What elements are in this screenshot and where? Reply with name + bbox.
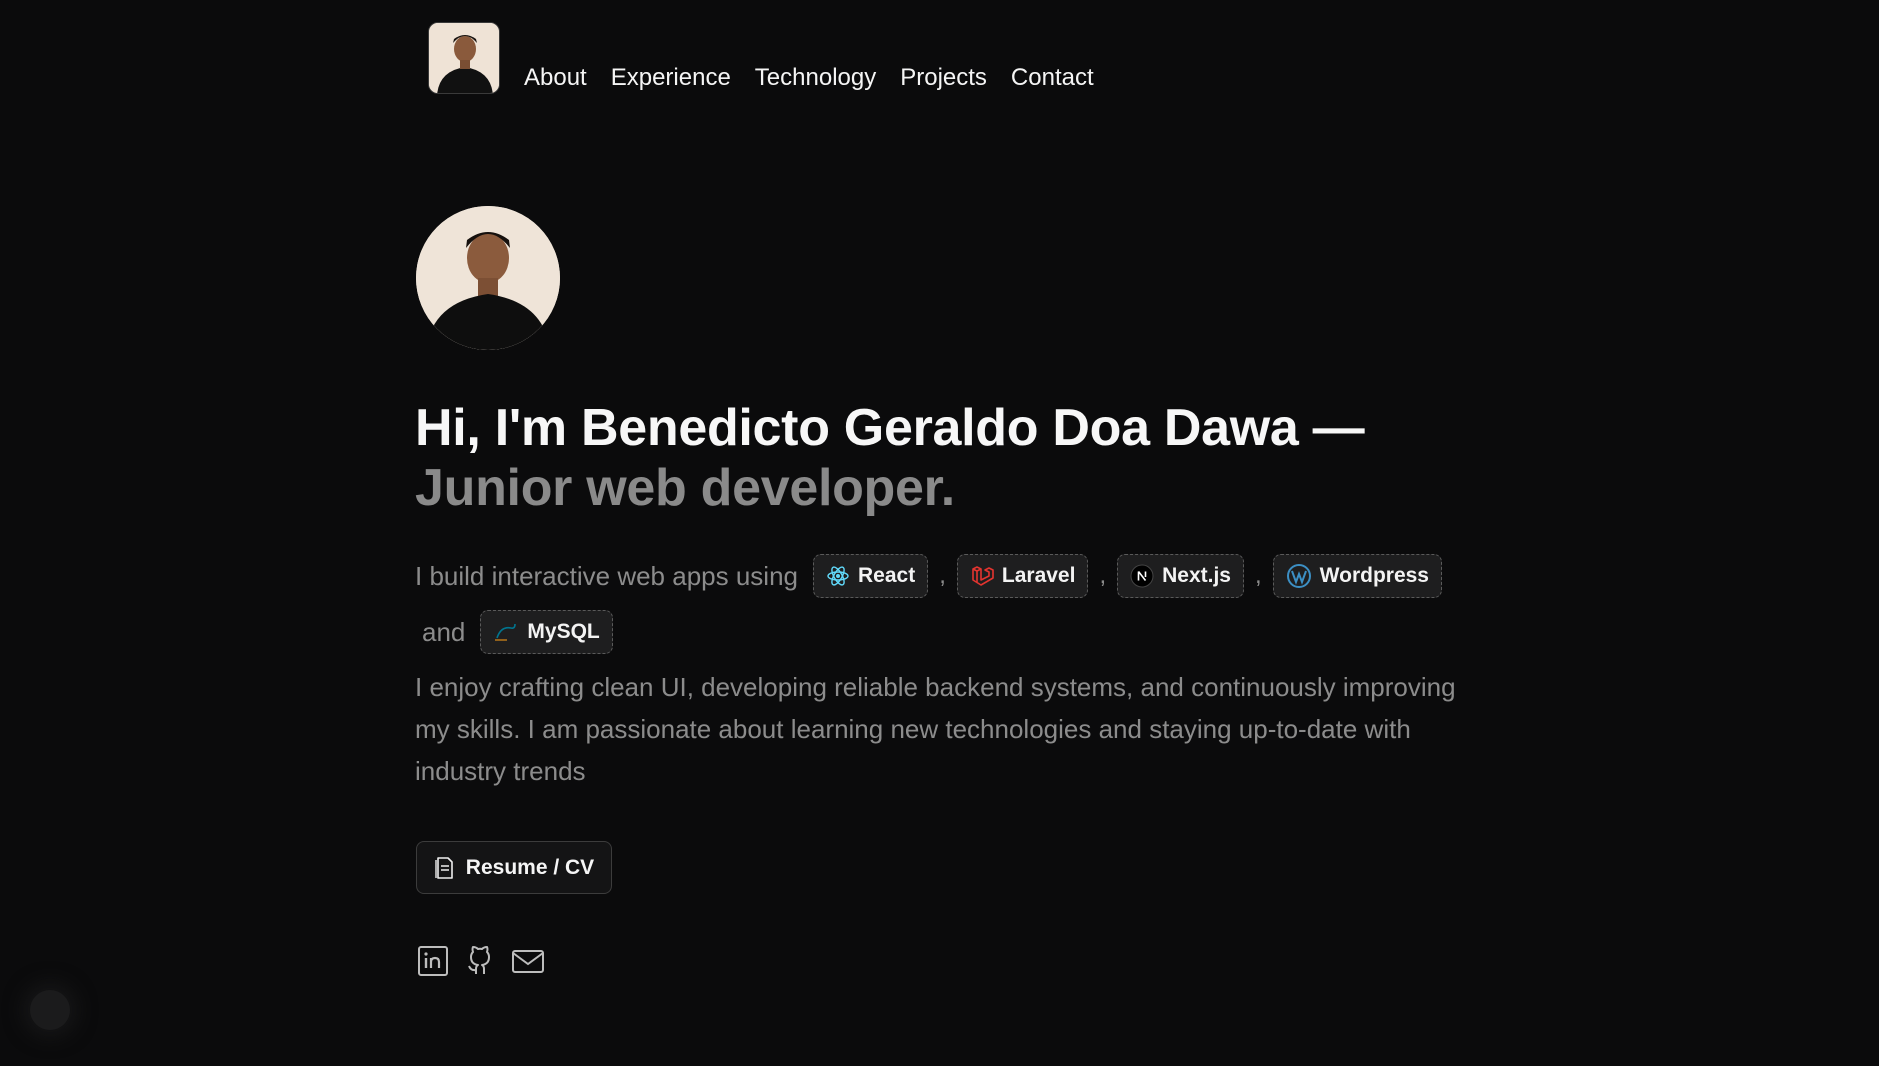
linkedin-link[interactable]	[417, 945, 449, 982]
hero-headline: Hi, I'm Benedicto Geraldo Doa Dawa — Jun…	[415, 398, 1515, 518]
separator: ,	[1099, 562, 1107, 589]
chip-react[interactable]: React	[813, 554, 929, 598]
chip-label: Laravel	[1001, 564, 1076, 587]
nextjs-icon	[1130, 564, 1154, 588]
chip-mysql[interactable]: MySQL	[480, 610, 613, 654]
wordpress-icon	[1286, 564, 1311, 588]
separator: ,	[939, 562, 946, 589]
github-icon	[468, 946, 490, 974]
laravel-icon	[972, 566, 994, 586]
email-link[interactable]	[511, 947, 545, 980]
intro-row: and MySQL	[415, 610, 1495, 654]
intro-text: I build interactive web apps using React…	[415, 554, 1495, 654]
top-nav: About Experience Technology Projects Con…	[428, 22, 1094, 94]
chip-wordpress[interactable]: Wordpress	[1272, 554, 1442, 598]
chip-laravel[interactable]: Laravel	[956, 554, 1089, 598]
chip-label: MySQL	[527, 620, 600, 643]
chip-nextjs[interactable]: Next.js	[1117, 554, 1244, 598]
chip-label: React	[858, 564, 916, 587]
chip-label: Next.js	[1162, 564, 1231, 587]
mail-icon	[512, 950, 544, 973]
resume-label: Resume / CV	[465, 855, 595, 879]
nav-avatar-link[interactable]	[428, 22, 500, 94]
nav-contact[interactable]: Contact	[1011, 64, 1094, 92]
intro-row: I build interactive web apps using React…	[415, 554, 1495, 598]
intro-prefix: I build interactive web apps using	[415, 561, 799, 591]
about-paragraph: I enjoy crafting clean UI, developing re…	[415, 672, 1456, 786]
resume-button[interactable]: Resume / CV	[416, 841, 612, 894]
github-link[interactable]	[463, 944, 497, 983]
nav-links: About Experience Technology Projects Con…	[524, 64, 1094, 94]
headline-role: Junior web developer.	[415, 459, 955, 517]
react-icon	[827, 566, 849, 586]
avatar	[429, 23, 499, 93]
page: About Experience Technology Projects Con…	[0, 0, 1879, 1066]
chip-label: Wordpress	[1319, 564, 1429, 587]
social-links	[417, 944, 545, 983]
nav-experience[interactable]: Experience	[611, 64, 731, 92]
mysql-icon	[495, 623, 517, 641]
nav-technology[interactable]: Technology	[755, 64, 876, 92]
nav-projects[interactable]: Projects	[900, 64, 987, 92]
floating-button[interactable]	[30, 990, 70, 1030]
nav-about[interactable]: About	[524, 64, 587, 92]
linkedin-icon	[418, 946, 448, 976]
separator: ,	[1255, 562, 1262, 589]
and-word: and	[422, 617, 466, 647]
profile-photo	[416, 206, 560, 350]
document-icon	[435, 856, 453, 879]
headline-name: Hi, I'm Benedicto Geraldo Doa Dawa —	[415, 399, 1365, 457]
